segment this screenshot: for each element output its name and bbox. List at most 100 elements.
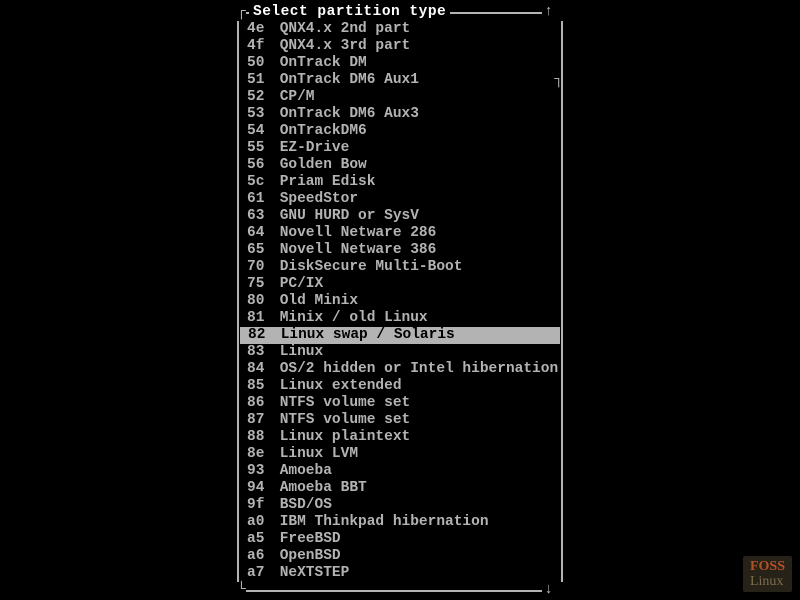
partition-name: NTFS volume set: [271, 412, 410, 428]
partition-name: QNX4.x 2nd part: [271, 21, 410, 37]
partition-code: a5: [247, 531, 271, 548]
partition-name: OnTrack DM6 Aux1: [271, 72, 419, 88]
partition-code: 55: [247, 140, 271, 157]
partition-type-row[interactable]: 61 SpeedStor: [239, 191, 561, 208]
partition-type-dialog: Select partition type ↑ 4e QNX4.x 2nd pa…: [237, 4, 563, 599]
partition-type-row[interactable]: 75 PC/IX: [239, 276, 561, 293]
partition-type-row[interactable]: a6 OpenBSD: [239, 548, 561, 565]
partition-name: CP/M: [271, 89, 315, 105]
partition-name: Amoeba BBT: [271, 480, 367, 496]
partition-code: 56: [247, 157, 271, 174]
partition-code: 65: [247, 242, 271, 259]
partition-name: OnTrackDM6: [271, 123, 367, 139]
partition-type-row[interactable]: 55 EZ-Drive: [239, 140, 561, 157]
partition-type-row[interactable]: 53 OnTrack DM6 Aux3: [239, 106, 561, 123]
partition-name: Priam Edisk: [271, 174, 375, 190]
partition-name: GNU HURD or SysV: [271, 208, 419, 224]
partition-name: Novell Netware 386: [271, 242, 436, 258]
partition-type-row[interactable]: 5c Priam Edisk: [239, 174, 561, 191]
partition-code: a6: [247, 548, 271, 565]
partition-type-row[interactable]: a0 IBM Thinkpad hibernation: [239, 514, 561, 531]
partition-name: NTFS volume set: [271, 395, 410, 411]
partition-type-row[interactable]: 86 NTFS volume set: [239, 395, 561, 412]
partition-name: FreeBSD: [271, 531, 341, 547]
partition-name: NeXTSTEP: [271, 565, 349, 581]
partition-name: EZ-Drive: [271, 140, 349, 156]
partition-name: Linux extended: [271, 378, 402, 394]
partition-type-row[interactable]: 64 Novell Netware 286: [239, 225, 561, 242]
partition-type-row[interactable]: 52 CP/M: [239, 89, 561, 106]
partition-type-row[interactable]: 88 Linux plaintext: [239, 429, 561, 446]
partition-type-row[interactable]: 93 Amoeba: [239, 463, 561, 480]
partition-type-row[interactable]: 9f BSD/OS: [239, 497, 561, 514]
partition-type-row[interactable]: 70 DiskSecure Multi-Boot: [239, 259, 561, 276]
partition-type-list[interactable]: 4e QNX4.x 2nd part4f QNX4.x 3rd part50 O…: [237, 21, 563, 582]
partition-type-row[interactable]: 83 Linux: [239, 344, 561, 361]
partition-name: OpenBSD: [271, 548, 341, 564]
watermark-line1: FOSS: [750, 559, 785, 574]
partition-type-row[interactable]: 82 Linux swap / Solaris: [240, 327, 560, 344]
terminal-screen: Select partition type ↑ 4e QNX4.x 2nd pa…: [0, 0, 800, 600]
partition-name: Golden Bow: [271, 157, 367, 173]
partition-name: OS/2 hidden or Intel hibernation: [271, 361, 558, 377]
partition-type-row[interactable]: 63 GNU HURD or SysV: [239, 208, 561, 225]
partition-code: 93: [247, 463, 271, 480]
partition-name: Old Minix: [271, 293, 358, 309]
scroll-up-icon[interactable]: ↑: [542, 4, 555, 21]
partition-code: 86: [247, 395, 271, 412]
partition-type-row[interactable]: 81 Minix / old Linux: [239, 310, 561, 327]
partition-type-row[interactable]: 84 OS/2 hidden or Intel hibernation: [239, 361, 561, 378]
partition-type-row[interactable]: 8e Linux LVM: [239, 446, 561, 463]
partition-type-row[interactable]: 87 NTFS volume set: [239, 412, 561, 429]
partition-code: 80: [247, 293, 271, 310]
partition-code: 83: [247, 344, 271, 361]
partition-name: PC/IX: [271, 276, 323, 292]
partition-name: DiskSecure Multi-Boot: [271, 259, 462, 275]
partition-code: 8e: [247, 446, 271, 463]
partition-code: 88: [247, 429, 271, 446]
partition-code: 5c: [247, 174, 271, 191]
partition-code: 81: [247, 310, 271, 327]
partition-type-row[interactable]: 56 Golden Bow: [239, 157, 561, 174]
partition-name: SpeedStor: [271, 191, 358, 207]
partition-name: Novell Netware 286: [271, 225, 436, 241]
partition-code: 82: [248, 327, 272, 344]
partition-name: Linux LVM: [271, 446, 358, 462]
partition-name: IBM Thinkpad hibernation: [271, 514, 489, 530]
partition-name: OnTrack DM6 Aux3: [271, 106, 419, 122]
partition-code: 94: [247, 480, 271, 497]
partition-name: Linux swap / Solaris: [272, 327, 455, 343]
partition-name: Linux plaintext: [271, 429, 410, 445]
partition-name: Minix / old Linux: [271, 310, 428, 326]
partition-type-row[interactable]: 51 OnTrack DM6 Aux1: [239, 72, 561, 89]
dialog-title: Select partition type: [249, 4, 450, 21]
partition-code: 87: [247, 412, 271, 429]
partition-name: Amoeba: [271, 463, 332, 479]
partition-code: 70: [247, 259, 271, 276]
dialog-frame-top: Select partition type ↑: [237, 4, 563, 21]
partition-code: 54: [247, 123, 271, 140]
partition-type-row[interactable]: a7 NeXTSTEP: [239, 565, 561, 582]
scroll-down-icon[interactable]: ↓: [542, 582, 555, 599]
partition-type-row[interactable]: a5 FreeBSD: [239, 531, 561, 548]
partition-type-row[interactable]: 85 Linux extended: [239, 378, 561, 395]
partition-code: 52: [247, 89, 271, 106]
partition-name: Linux: [271, 344, 323, 360]
partition-name: QNX4.x 3rd part: [271, 38, 410, 54]
partition-code: 64: [247, 225, 271, 242]
partition-code: 61: [247, 191, 271, 208]
partition-code: a7: [247, 565, 271, 582]
partition-type-row[interactable]: 54 OnTrackDM6: [239, 123, 561, 140]
partition-code: 53: [247, 106, 271, 123]
watermark-badge: FOSS Linux: [743, 556, 792, 592]
partition-code: a0: [247, 514, 271, 531]
watermark-line2: Linux: [750, 574, 785, 589]
partition-type-row[interactable]: 94 Amoeba BBT: [239, 480, 561, 497]
dialog-frame-bottom: ↓: [237, 582, 563, 599]
partition-type-row[interactable]: 80 Old Minix: [239, 293, 561, 310]
partition-code: 9f: [247, 497, 271, 514]
partition-code: 85: [247, 378, 271, 395]
partition-code: 75: [247, 276, 271, 293]
partition-code: 63: [247, 208, 271, 225]
partition-type-row[interactable]: 65 Novell Netware 386: [239, 242, 561, 259]
